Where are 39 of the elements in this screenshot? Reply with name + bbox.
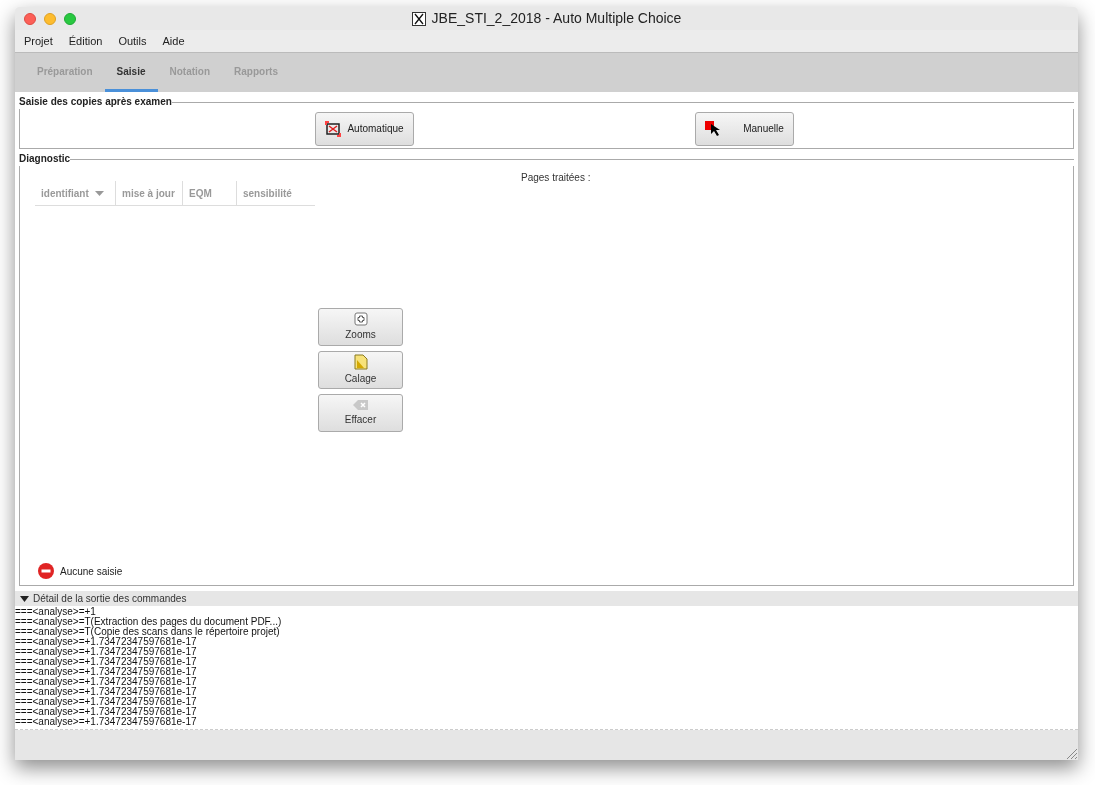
no-entry-icon <box>38 563 54 579</box>
tool-button[interactable]: Zooms <box>318 308 403 346</box>
zoom-button[interactable] <box>64 12 76 25</box>
log-line: ===<analyse>=+1 <box>15 607 97 617</box>
expander-icon <box>20 595 29 602</box>
section-title: Diagnostic <box>19 152 71 166</box>
log-line: ===<analyse>=T(Extraction des pages du document PDF...) <box>15 617 283 627</box>
tool-button[interactable]: Calage <box>318 351 403 389</box>
resize-grip-icon <box>1064 746 1078 760</box>
menu-item[interactable]: Aide <box>156 32 191 50</box>
minimize-button[interactable] <box>44 12 56 25</box>
status-text: Aucune saisie <box>60 564 123 579</box>
tool-button[interactable]: Effacer <box>318 394 403 432</box>
backspace-icon <box>352 399 369 411</box>
log-line: ===<analyse>=+1.73472347597681e-17 <box>15 667 198 677</box>
menu-item[interactable]: Édition <box>62 32 109 50</box>
section-title: Saisie des copies après examen <box>19 95 172 109</box>
zoom-icon <box>353 312 368 326</box>
pages-label: Pages traitées : <box>521 171 591 185</box>
log-line: ===<analyse>=+1.73472347597681e-17 <box>15 637 198 647</box>
log-line: ===<analyse>=+1.73472347597681e-17 <box>15 647 198 657</box>
log-line: ===<analyse>=+1.73472347597681e-17 <box>15 657 198 667</box>
menu-item[interactable]: Outils <box>112 32 153 50</box>
close-button[interactable] <box>24 12 36 25</box>
log-line: ===<analyse>=+1.73472347597681e-17 <box>15 707 198 717</box>
log-line: ===<analyse>=+1.73472347597681e-17 <box>15 677 198 687</box>
window-title: JBE_STI_2_2018 - Auto Multiple Choice <box>431 9 682 28</box>
mode-button[interactable]: Automatique <box>315 111 414 146</box>
log-line: ===<analyse>=T(Copie des scans dans le répertoire projet) <box>15 627 280 637</box>
scan-icon <box>325 120 342 137</box>
menu-item[interactable]: Projet <box>18 32 59 50</box>
log-line: ===<analyse>=+1.73472347597681e-17 <box>15 717 198 727</box>
log-expander[interactable]: Détail de la sortie des commandes <box>15 591 1078 606</box>
sort-caret-icon <box>94 190 104 196</box>
document-icon <box>353 354 368 370</box>
mode-button[interactable]: Manuelle <box>695 111 794 146</box>
log-line: ===<analyse>=+1.73472347597681e-17 <box>15 687 198 697</box>
log-line: ===<analyse>=+1.73472347597681e-17 <box>15 697 198 707</box>
x-window-icon <box>411 11 426 26</box>
